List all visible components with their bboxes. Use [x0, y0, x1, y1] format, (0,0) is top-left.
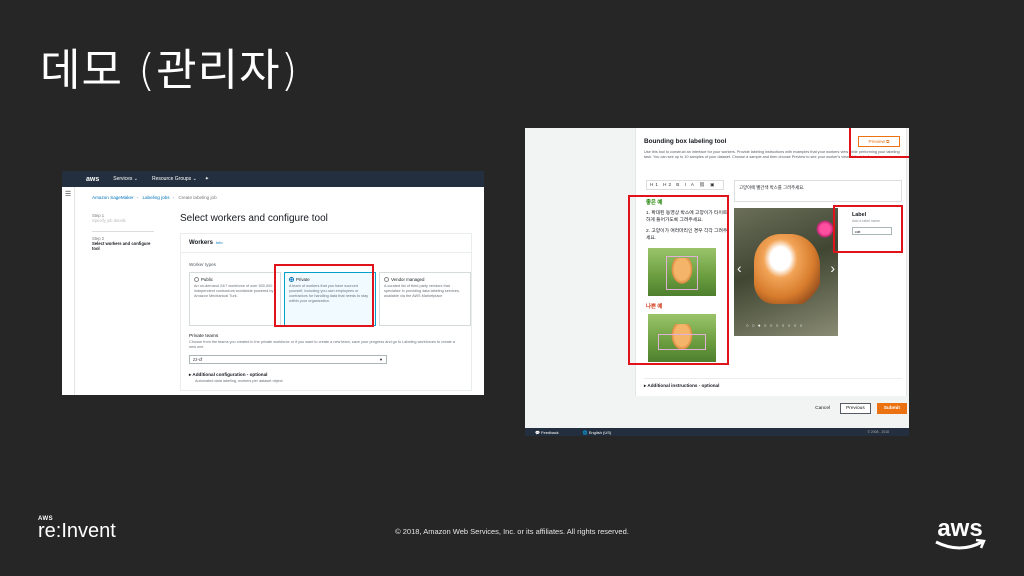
- chevron-left-icon[interactable]: ‹: [737, 260, 742, 276]
- flower-image: [816, 220, 834, 238]
- resource-groups-menu[interactable]: Resource Groups ⌄: [152, 176, 197, 182]
- form-actions: Cancel Previous Submit: [811, 403, 907, 414]
- submit-button[interactable]: Submit: [876, 403, 907, 414]
- breadcrumb-current: Create labeling job: [178, 195, 217, 200]
- sample-image-carousel[interactable]: ‹ › ○ ○ ● ○ ○ ○ ○ ○ ○ ○: [734, 208, 838, 336]
- footer-copyright: © 2008 - 2018: [867, 430, 889, 434]
- console-screenshot: aws Services ⌄ Resource Groups ⌄ ✦ ☰ Ama…: [62, 171, 484, 395]
- breadcrumb-sagemaker[interactable]: Amazon SageMaker: [92, 195, 134, 200]
- additional-instructions-toggle[interactable]: ▸ Additional instructions - optional: [644, 383, 719, 389]
- svg-text:aws: aws: [937, 515, 982, 542]
- additional-config-desc: Automated data labeling, workers per dat…: [195, 379, 283, 383]
- additional-config-toggle[interactable]: ▸ Additional configuration - optional: [189, 372, 267, 378]
- cat-image: [754, 234, 820, 304]
- slide-copyright: © 2018, Amazon Web Services, Inc. or its…: [395, 527, 629, 536]
- radio-vendor[interactable]: [384, 277, 389, 283]
- services-menu[interactable]: Services ⌄: [113, 176, 138, 182]
- wizard-steps: Step 1 Specify job details Step 2 Select…: [92, 213, 154, 251]
- additional-config-label: Additional configuration - optional: [192, 372, 268, 377]
- workers-panel-title: Workers: [189, 240, 213, 246]
- pin-icon[interactable]: ✦: [205, 176, 209, 182]
- sidebar-divider: [74, 187, 75, 395]
- info-link[interactable]: Info: [216, 240, 223, 245]
- language-label: English (US): [588, 429, 612, 435]
- highlight-examples-box: [628, 195, 729, 365]
- editor-toolbar[interactable]: H1 H2 B I A ⛓ ▣: [646, 180, 724, 190]
- feedback-label: Feedback: [541, 429, 559, 435]
- worker-type-vendor-title: Vendor managed: [391, 277, 425, 282]
- hamburger-menu-icon[interactable]: ☰: [65, 190, 71, 198]
- chevron-right-icon: ›: [136, 195, 139, 200]
- language-selector[interactable]: 🌐 English (US): [583, 430, 624, 435]
- worker-type-vendor-desc: A curated list of third party vendors th…: [384, 284, 460, 299]
- card-divider: [644, 378, 902, 379]
- feedback-link[interactable]: 💬 Feedback: [535, 430, 571, 435]
- worker-types-label: Worker types: [189, 262, 216, 267]
- console-footer: 💬 Feedback 🌐 English (US) © 2008 - 2018: [525, 428, 909, 436]
- step-2-text: Select workers and configure tool: [92, 241, 151, 251]
- worker-type-vendor[interactable]: Vendor managed A curated list of third p…: [379, 272, 471, 326]
- private-teams-label: Private teams: [189, 334, 219, 339]
- chevron-right-icon[interactable]: ›: [830, 260, 835, 276]
- highlight-label-box: [833, 205, 903, 253]
- private-teams-desc: Choose from the teams you created in the…: [189, 340, 455, 349]
- aws-smile-logo: aws: [935, 515, 986, 550]
- page-title: Select workers and configure tool: [180, 213, 328, 224]
- worker-type-public[interactable]: Public An on-demand 24/7 workforce of ov…: [189, 272, 281, 326]
- instruction-editor[interactable]: 고양이에 빨간색 박스를 그려주세요.: [734, 180, 902, 202]
- step-divider: [92, 231, 154, 232]
- radio-public[interactable]: [194, 277, 199, 283]
- additional-instructions-label: Additional instructions - optional: [647, 383, 720, 388]
- cancel-button[interactable]: Cancel: [811, 404, 834, 413]
- aws-logo[interactable]: aws: [86, 176, 99, 183]
- highlight-private-box: [274, 264, 374, 327]
- slide-title: 데모 (관리자): [40, 45, 299, 96]
- caret-down-icon: ▼: [379, 357, 383, 362]
- worker-type-public-title: Public: [201, 277, 213, 282]
- workers-panel-header: Workers Info: [181, 234, 471, 253]
- previous-button[interactable]: Previous: [840, 403, 871, 414]
- private-teams-value: zz-cf: [193, 357, 203, 362]
- tool-title: Bounding box labeling tool: [644, 138, 727, 145]
- private-teams-select[interactable]: zz-cf ▼: [189, 355, 387, 364]
- labeling-tool-screenshot: Bounding box labeling tool Use this tool…: [525, 128, 909, 436]
- step-1-text[interactable]: Specify job details: [92, 218, 154, 223]
- highlight-preview-box: [849, 128, 909, 158]
- worker-type-public-desc: An on-demand 24/7 workforce of over 500,…: [194, 284, 274, 299]
- console-top-nav: aws Services ⌄ Resource Groups ⌄ ✦: [62, 171, 484, 187]
- breadcrumb-labeling-jobs[interactable]: Labeling jobs: [142, 195, 169, 200]
- carousel-dots[interactable]: ○ ○ ● ○ ○ ○ ○ ○ ○ ○: [746, 323, 803, 328]
- breadcrumb: Amazon SageMaker › Labeling jobs › Create …: [92, 195, 220, 200]
- chevron-right-icon: ›: [172, 195, 175, 200]
